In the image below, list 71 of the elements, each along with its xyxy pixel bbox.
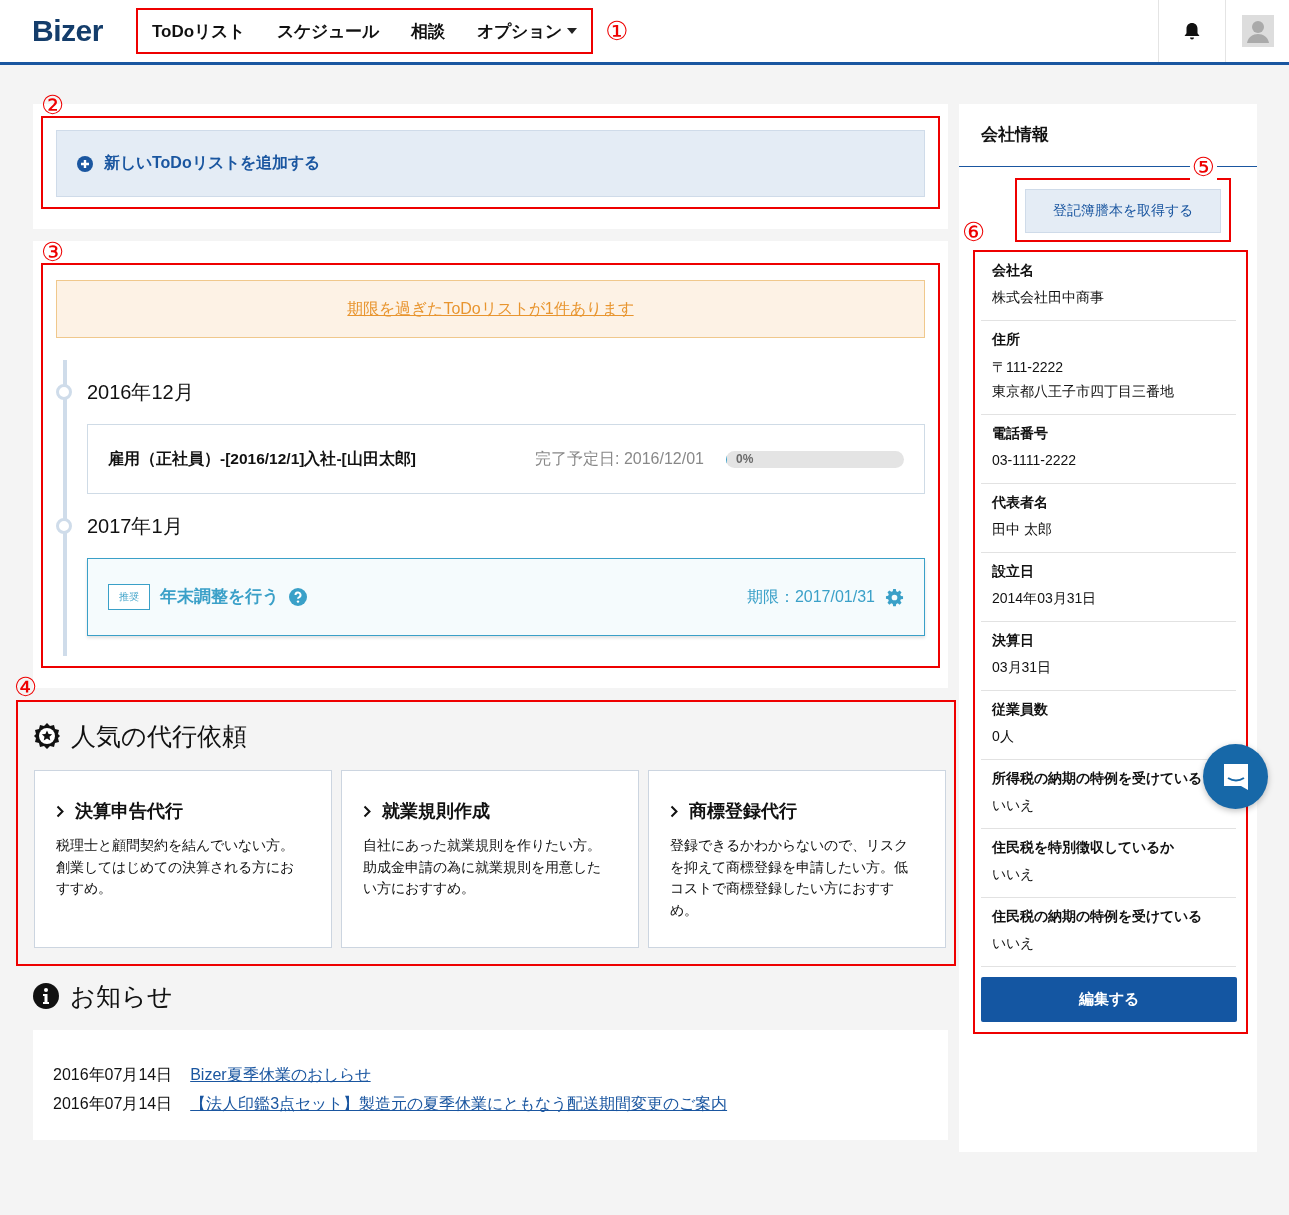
news-link[interactable]: Bizer夏季休業のおしらせ xyxy=(190,1060,371,1089)
news-date: 2016年07月14日 xyxy=(53,1094,173,1114)
service-title: 就業規則作成 xyxy=(382,800,490,823)
register-copy-button[interactable]: 登記簿謄本を取得する xyxy=(1025,189,1221,233)
info-icon xyxy=(33,983,59,1009)
service-title: 決算申告代行 xyxy=(75,800,183,823)
field-label: 設立日 xyxy=(992,562,1035,581)
edit-button[interactable]: 編集する xyxy=(981,977,1237,1022)
service-description: 登録できるかわからないので、リスクを抑えて商標登録を申請したい方。低コストで商標登録したい方におすすめ。 xyxy=(670,836,909,920)
avatar-icon xyxy=(1241,15,1274,47)
annotation-number: ④ xyxy=(14,674,38,700)
task-card[interactable]: 雇用（正社員）-[2016/12/1]入社-[山田太郎] 完了予定日: 2016/12/01 0% xyxy=(87,424,925,494)
field-value: いいえ xyxy=(992,796,1035,815)
chevron-right-icon xyxy=(670,804,678,818)
field-label: 住民税を特別徴収しているか xyxy=(992,838,1175,857)
field-label: 電話番号 xyxy=(992,424,1049,443)
field-value: いいえ xyxy=(992,934,1035,953)
annotation-number: ③ xyxy=(41,239,66,265)
nav-link[interactable]: オプション xyxy=(477,19,578,43)
settings-icon[interactable] xyxy=(885,587,904,607)
service-title: 商標登録代行 xyxy=(689,800,797,823)
service-card[interactable]: 商標登録代行 登録できるかわからないので、リスクを抑えて商標登録を申請したい方。低コストで商標登録したい方におすすめ。 xyxy=(648,770,946,948)
field-label: 会社名 xyxy=(992,261,1035,280)
news-link[interactable]: 【法人印鑑3点セット】製造元の夏季休業にともなう配送期間変更のご案内 xyxy=(190,1089,728,1118)
nav-link[interactable]: 相談 xyxy=(411,19,446,43)
field-label: 従業員数 xyxy=(992,700,1049,719)
month-heading: 2016年12月 xyxy=(87,379,194,405)
annotation-number: ② xyxy=(41,92,66,118)
field-label: 決算日 xyxy=(992,631,1035,650)
news-date: 2016年07月14日 xyxy=(53,1065,173,1085)
month-heading: 2017年1月 xyxy=(87,513,183,539)
field-value: 株式会社田中商事 xyxy=(992,288,1105,307)
service-card[interactable]: 決算申告代行 税理士と顧問契約を結んでいない方。創業してはじめての決算される方におすすめ。 xyxy=(34,770,332,948)
service-card[interactable]: 就業規則作成 自社にあった就業規則を作りたい方。助成金申請の為に就業規則を用意したい方におすすめ。 xyxy=(341,770,639,948)
field-value: いいえ xyxy=(992,865,1035,884)
field-value: 2014年03月31日 xyxy=(992,589,1098,608)
annotation-number: ⑤ xyxy=(1189,154,1217,180)
progress-label: 0% xyxy=(736,451,754,466)
chat-button[interactable] xyxy=(1203,744,1268,809)
add-todo-button[interactable]: 新しいToDoリストを追加する xyxy=(56,130,925,197)
bell-icon xyxy=(1183,21,1201,41)
plus-circle-icon xyxy=(77,155,93,172)
annotation-number: ① xyxy=(605,18,629,44)
chevron-right-icon xyxy=(56,804,64,818)
task-due-date: 完了予定日: 2016/12/01 xyxy=(535,448,704,469)
task-title: 雇用（正社員）-[2016/12/1]入社-[山田太郎] xyxy=(108,448,417,469)
field-label: 所得税の納期の特例を受けている xyxy=(992,769,1203,788)
field-label: 代表者名 xyxy=(992,493,1049,512)
field-value: 〒111-2222 東京都八王子市四丁目三番地 xyxy=(992,358,1175,401)
field-value: 03-1111-2222 xyxy=(992,451,1078,470)
nav-link[interactable]: スケジュール xyxy=(277,19,380,43)
field-label: 住所 xyxy=(992,330,1021,349)
caret-icon xyxy=(567,28,578,34)
task-title: 年末調整を行う xyxy=(160,586,279,608)
task-due-date: 期限：2017/01/31 xyxy=(746,586,875,607)
field-value: 田中 太郎 xyxy=(992,520,1053,539)
recommended-tag: 推奨 xyxy=(108,584,150,610)
section-heading: お知らせ xyxy=(70,980,173,1012)
field-value: 03月31日 xyxy=(992,658,1053,677)
panel-title: 会社情報 xyxy=(981,124,1049,145)
service-description: 税理士と顧問契約を結んでいない方。創業してはじめての決算される方におすすめ。 xyxy=(56,836,295,898)
logo[interactable]: Bizer xyxy=(32,14,136,48)
badge-star-icon xyxy=(34,723,60,749)
help-icon[interactable] xyxy=(289,588,307,606)
service-description: 自社にあった就業規則を作りたい方。助成金申請の為に就業規則を用意したい方におすすめ。 xyxy=(363,836,602,898)
field-value: 0人 xyxy=(992,727,1015,746)
annotation-number: ⑥ xyxy=(962,219,986,245)
section-heading: 人気の代行依頼 xyxy=(71,720,247,752)
nav-link[interactable]: ToDoリスト xyxy=(152,19,246,43)
chevron-right-icon xyxy=(363,804,371,818)
field-label: 住民税の納期の特例を受けている xyxy=(992,907,1203,926)
